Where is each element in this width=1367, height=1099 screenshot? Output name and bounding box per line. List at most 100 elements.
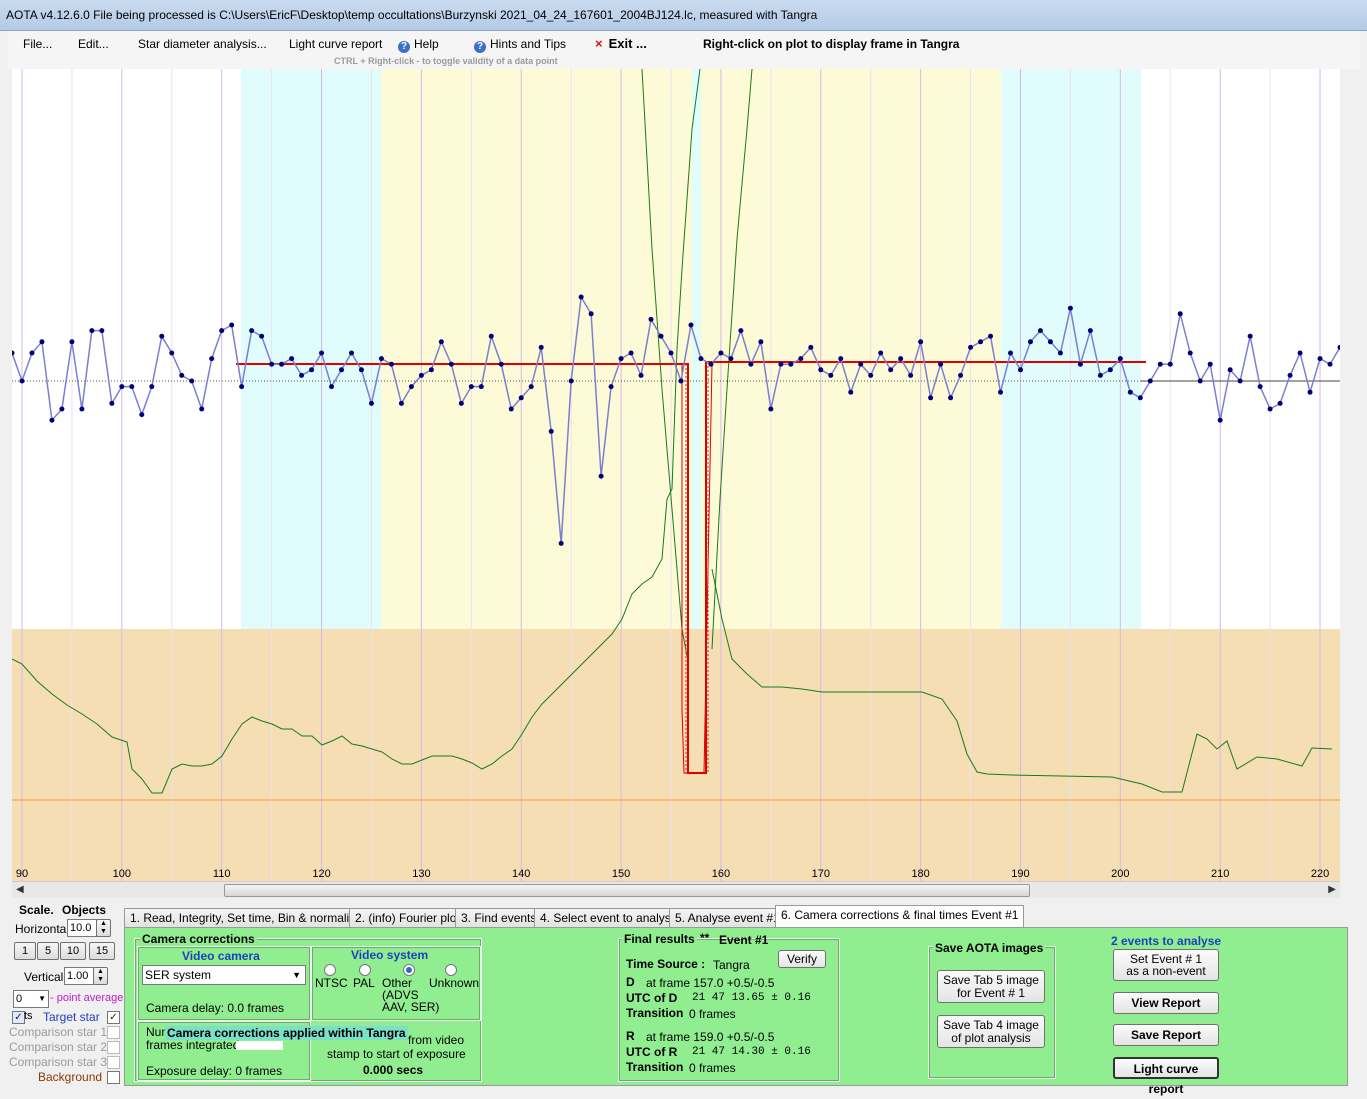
- comparison-star-1-checkbox[interactable]: [107, 1026, 120, 1039]
- zoom-5-button[interactable]: 5: [37, 942, 59, 960]
- data-point[interactable]: [1107, 367, 1113, 373]
- data-point[interactable]: [1007, 350, 1013, 356]
- data-point[interactable]: [768, 406, 774, 412]
- data-point[interactable]: [528, 384, 534, 390]
- data-point[interactable]: [1247, 333, 1253, 339]
- radio-other[interactable]: [403, 964, 415, 976]
- data-point[interactable]: [648, 316, 654, 322]
- tab-find-events[interactable]: 3. Find events: [455, 908, 543, 927]
- data-point[interactable]: [139, 412, 145, 418]
- data-point[interactable]: [798, 356, 804, 362]
- scroll-thumb[interactable]: [224, 884, 1030, 897]
- radio-pal[interactable]: [359, 964, 371, 976]
- data-point[interactable]: [838, 356, 844, 362]
- data-point[interactable]: [618, 356, 624, 362]
- data-point[interactable]: [339, 367, 345, 373]
- data-point[interactable]: [119, 384, 125, 390]
- data-point[interactable]: [59, 406, 65, 412]
- data-point[interactable]: [658, 333, 664, 339]
- data-point[interactable]: [448, 361, 454, 367]
- data-point[interactable]: [738, 328, 744, 334]
- target-star-checkbox[interactable]: ✓: [107, 1011, 120, 1024]
- radio-unknown[interactable]: [445, 964, 457, 976]
- data-point[interactable]: [608, 384, 614, 390]
- horizontal-scale-input[interactable]: 10.0: [67, 919, 97, 937]
- data-point[interactable]: [598, 473, 604, 479]
- data-point[interactable]: [718, 350, 724, 356]
- data-point[interactable]: [1157, 361, 1163, 367]
- data-point[interactable]: [1167, 361, 1173, 367]
- data-point[interactable]: [638, 372, 644, 378]
- comparison-star-2-checkbox[interactable]: [107, 1041, 120, 1054]
- data-point[interactable]: [958, 372, 964, 378]
- data-point[interactable]: [398, 400, 404, 406]
- light-curve-plot[interactable]: 90 100 110 120 130 140 150 160 170 180 190 200 210 22…: [12, 69, 1340, 881]
- data-point[interactable]: [708, 361, 714, 367]
- light-curve-report-button[interactable]: Light curve report: [1113, 1057, 1219, 1096]
- data-point[interactable]: [1227, 367, 1233, 373]
- data-point[interactable]: [378, 356, 384, 362]
- data-point[interactable]: [329, 384, 335, 390]
- data-point[interactable]: [568, 378, 574, 384]
- tab-select-event[interactable]: 4. Select event to analyse: [534, 908, 684, 927]
- data-point[interactable]: [578, 294, 584, 300]
- data-point[interactable]: [548, 428, 554, 434]
- zoom-10-button[interactable]: 10: [60, 942, 86, 960]
- data-point[interactable]: [688, 322, 694, 328]
- menu-star-diameter[interactable]: Star diameter analysis...: [138, 37, 267, 51]
- frames-integrated-input[interactable]: [236, 1041, 283, 1050]
- data-point[interactable]: [1067, 305, 1073, 311]
- data-point[interactable]: [868, 372, 874, 378]
- data-point[interactable]: [1017, 367, 1023, 373]
- data-point[interactable]: [778, 361, 784, 367]
- set-non-event-button[interactable]: Set Event # 1 as a non-event: [1113, 949, 1219, 981]
- data-point[interactable]: [1027, 339, 1033, 345]
- data-point[interactable]: [558, 540, 564, 546]
- data-point[interactable]: [299, 372, 305, 378]
- data-point[interactable]: [179, 372, 185, 378]
- data-point[interactable]: [1187, 350, 1193, 356]
- data-point[interactable]: [309, 367, 315, 373]
- save-report-button[interactable]: Save Report: [1113, 1024, 1219, 1046]
- data-point[interactable]: [748, 361, 754, 367]
- data-point[interactable]: [1087, 328, 1093, 334]
- verify-button[interactable]: Verify: [778, 950, 826, 968]
- data-point[interactable]: [1057, 350, 1063, 356]
- data-point[interactable]: [348, 350, 354, 356]
- data-point[interactable]: [1137, 395, 1143, 401]
- menu-file[interactable]: File...: [23, 37, 52, 51]
- data-point[interactable]: [1117, 356, 1123, 362]
- data-point[interactable]: [1077, 361, 1083, 367]
- data-point[interactable]: [19, 378, 25, 384]
- data-point[interactable]: [368, 400, 374, 406]
- data-point[interactable]: [279, 361, 285, 367]
- comparison-star-3-checkbox[interactable]: [107, 1056, 120, 1069]
- data-point[interactable]: [678, 378, 684, 384]
- data-point[interactable]: [39, 339, 45, 345]
- data-point[interactable]: [239, 384, 245, 390]
- view-report-button[interactable]: View Report: [1113, 992, 1219, 1014]
- scroll-left-icon[interactable]: ◀: [16, 884, 24, 895]
- data-point[interactable]: [498, 361, 504, 367]
- data-point[interactable]: [1277, 400, 1283, 406]
- data-point[interactable]: [438, 339, 444, 345]
- data-point[interactable]: [878, 350, 884, 356]
- data-point[interactable]: [808, 344, 814, 350]
- data-point[interactable]: [848, 389, 854, 395]
- data-point[interactable]: [209, 356, 215, 362]
- radio-ntsc[interactable]: [324, 964, 336, 976]
- data-point[interactable]: [129, 384, 135, 390]
- menu-light-curve-report[interactable]: Light curve report: [289, 37, 382, 51]
- data-point[interactable]: [698, 356, 704, 362]
- data-point[interactable]: [289, 356, 295, 362]
- data-point[interactable]: [1047, 339, 1053, 345]
- data-point[interactable]: [888, 367, 894, 373]
- tab-fourier-plot[interactable]: 2. (info) Fourier plot: [349, 908, 466, 927]
- data-point[interactable]: [109, 400, 115, 406]
- data-point[interactable]: [588, 311, 594, 317]
- data-point[interactable]: [269, 361, 275, 367]
- data-point[interactable]: [538, 344, 544, 350]
- data-point[interactable]: [29, 350, 35, 356]
- point-average-select[interactable]: 0 ▼: [13, 990, 49, 1008]
- data-point[interactable]: [628, 350, 634, 356]
